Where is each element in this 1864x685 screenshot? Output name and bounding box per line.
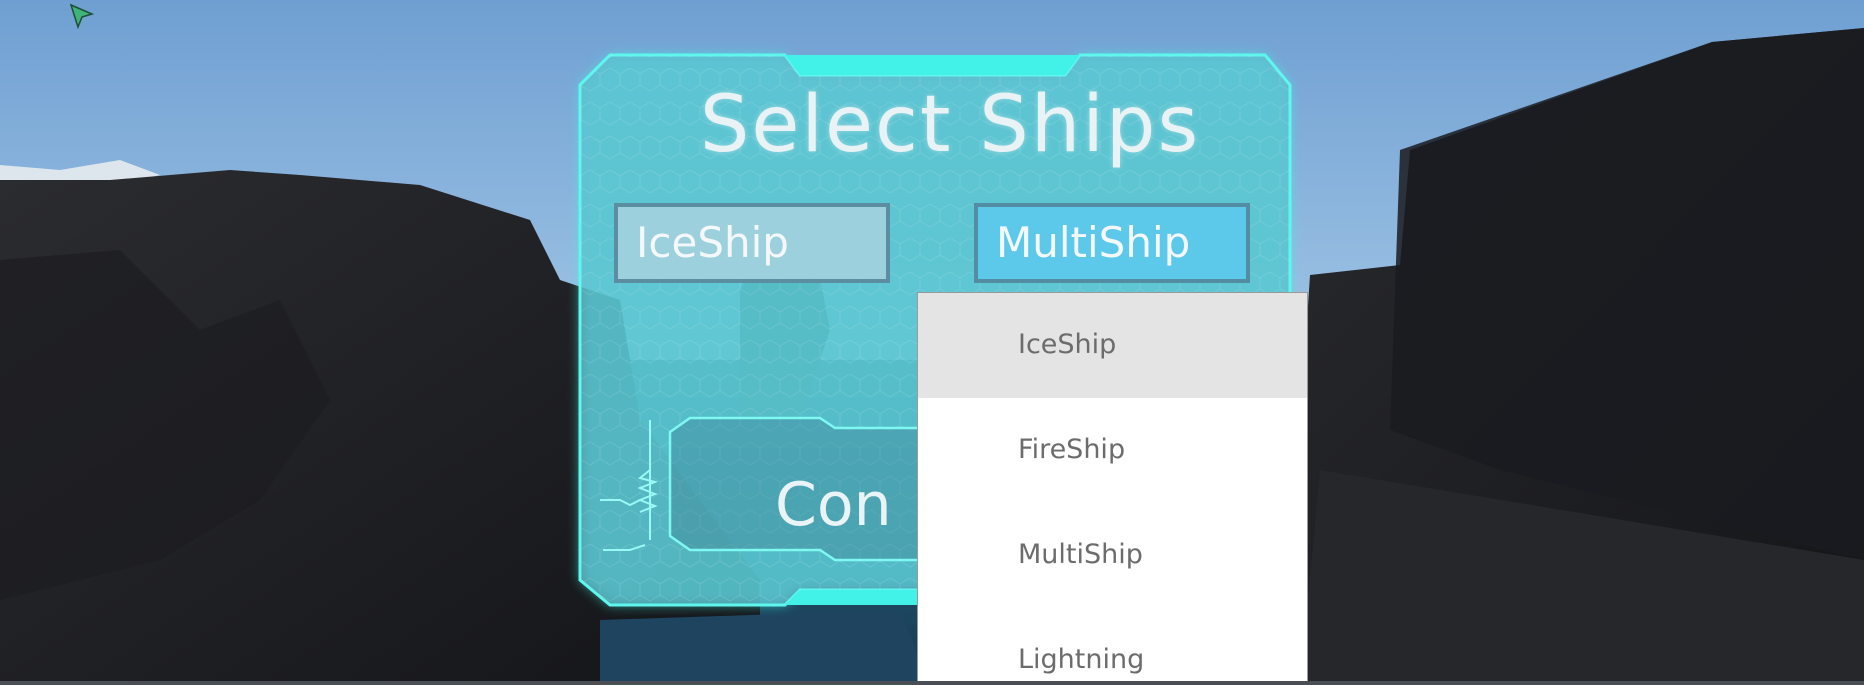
dropdown-option-iceship[interactable]: IceShip [918,293,1307,398]
right-ship-dropdown[interactable]: MultiShip [974,203,1250,283]
dropdown-option-label: FireShip [1018,434,1126,465]
select-ships-title: Select Ships [699,80,1201,170]
dropdown-option-lightning[interactable]: Lightning [918,608,1307,684]
dropdown-option-multiship[interactable]: MultiShip [918,503,1307,608]
mouse-cursor-icon [69,3,95,30]
dropdown-option-fireship[interactable]: FireShip [918,398,1307,503]
dropdown-option-label: IceShip [1018,329,1117,360]
dropdown-option-label: Lightning [1018,644,1145,675]
window-bottom-border [0,681,1864,685]
left-ship-dropdown[interactable]: IceShip [614,203,890,283]
confirm-button-label[interactable]: Con [775,470,892,540]
dropdown-option-label: MultiShip [1018,539,1143,570]
ship-dropdown-list[interactable]: IceShip FireShip MultiShip Lightning [917,292,1308,685]
